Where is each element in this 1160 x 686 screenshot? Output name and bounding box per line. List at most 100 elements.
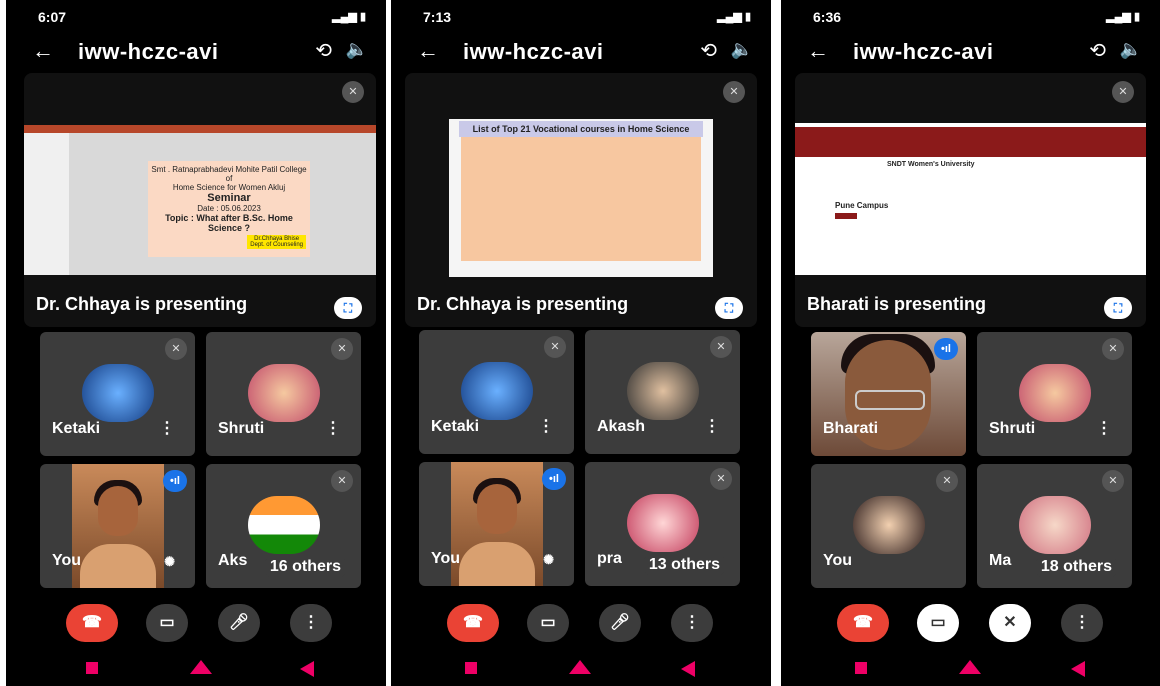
mic-off-icon: ✕ bbox=[1102, 470, 1124, 492]
participant-name: Shruti bbox=[989, 420, 1036, 437]
mic-icon[interactable]: 🎤︎ bbox=[218, 604, 260, 642]
others-count[interactable]: 18 others bbox=[1034, 556, 1118, 578]
status-bar: 6:07 ▂▄▆ ▮ bbox=[6, 6, 386, 28]
participant-tile[interactable]: ✕ Ma 18 others bbox=[977, 464, 1132, 588]
fullscreen-icon[interactable]: ⛶ bbox=[715, 297, 743, 319]
speaker-icon[interactable]: 🔈 bbox=[1120, 39, 1142, 60]
participant-name: pra bbox=[597, 550, 622, 567]
signal-battery-icon: ▂▄▆ ▮ bbox=[332, 11, 366, 23]
site-title: SNDT Women's University bbox=[887, 161, 975, 168]
mic-off-icon: ✕ bbox=[1112, 81, 1134, 103]
participant-tile[interactable]: ✕ Shruti ⋮ bbox=[977, 332, 1132, 456]
flip-camera-icon[interactable]: ⟲ bbox=[1089, 38, 1106, 63]
course-list bbox=[461, 137, 701, 261]
participant-tile[interactable]: ✕ Ketaki ⋮ bbox=[40, 332, 195, 456]
self-tile[interactable]: •ıl You ✺ bbox=[40, 464, 195, 588]
audio-level-icon: •ıl bbox=[934, 338, 958, 360]
flip-camera-icon[interactable]: ⟲ bbox=[315, 38, 332, 63]
participant-tile[interactable]: ✕ Aks 16 others bbox=[206, 464, 361, 588]
meeting-code[interactable]: iww-hczc-avi bbox=[853, 39, 993, 65]
slide-thumbnails bbox=[24, 133, 69, 275]
speaker-icon[interactable]: 🔈 bbox=[346, 39, 368, 60]
back-arrow-icon[interactable]: ← bbox=[417, 38, 439, 64]
status-time: 6:36 bbox=[813, 9, 842, 25]
avatar bbox=[627, 362, 699, 420]
audio-level-icon: •ıl bbox=[163, 470, 187, 492]
back-arrow-icon[interactable]: ← bbox=[807, 38, 829, 64]
slide-title: List of Top 21 Vocational courses in Hom… bbox=[459, 121, 703, 137]
slide-content: Smt . Ratnaprabhadevi Mohite Patil Colle… bbox=[148, 161, 310, 257]
meeting-code[interactable]: iww-hczc-avi bbox=[78, 39, 218, 65]
background-effects-icon[interactable]: ✺ bbox=[543, 552, 554, 568]
speaker-icon[interactable]: 🔈 bbox=[731, 39, 753, 60]
more-icon[interactable]: ⋮ bbox=[538, 416, 554, 436]
more-icon[interactable]: ⋮ bbox=[1061, 604, 1103, 642]
back-arrow-icon[interactable]: ← bbox=[32, 38, 54, 64]
camera-icon[interactable]: ▭ bbox=[146, 604, 188, 642]
shared-slide: Smt . Ratnaprabhadevi Mohite Patil Colle… bbox=[24, 125, 376, 275]
home-icon[interactable] bbox=[569, 660, 591, 674]
app-bar: ← iww-hczc-avi ⟲ 🔈 bbox=[781, 32, 1160, 72]
mic-off-icon: ✕ bbox=[710, 336, 732, 358]
home-icon[interactable] bbox=[190, 660, 212, 674]
slide-topic: Science ? bbox=[207, 223, 251, 233]
more-icon[interactable]: ⋮ bbox=[1096, 418, 1112, 438]
meeting-code[interactable]: iww-hczc-avi bbox=[463, 39, 603, 65]
shared-slide: List of Top 21 Vocational courses in Hom… bbox=[449, 119, 713, 277]
fullscreen-icon[interactable]: ⛶ bbox=[1104, 297, 1132, 319]
mic-icon[interactable]: 🎤︎ bbox=[599, 604, 641, 642]
others-count[interactable]: 16 others bbox=[263, 556, 347, 578]
mic-off-icon: ✕ bbox=[1102, 338, 1124, 360]
recents-icon[interactable] bbox=[86, 662, 98, 674]
others-count[interactable]: 13 others bbox=[642, 554, 726, 576]
mic-off-icon: ✕ bbox=[331, 338, 353, 360]
self-tile[interactable]: •ıl You ✺ bbox=[419, 462, 574, 586]
recents-icon[interactable] bbox=[465, 662, 477, 674]
participant-tile[interactable]: ✕ pra 13 others bbox=[585, 462, 740, 586]
end-call-icon[interactable]: ☎ bbox=[66, 604, 118, 642]
slide-heading: Seminar bbox=[207, 192, 251, 204]
end-call-icon[interactable]: ☎ bbox=[447, 604, 499, 642]
signal-battery-icon: ▂▄▆ ▮ bbox=[717, 11, 751, 23]
mic-off-icon: ✕ bbox=[544, 336, 566, 358]
mic-off-icon[interactable]: ✕ bbox=[989, 604, 1031, 642]
nav-back-icon[interactable] bbox=[300, 661, 314, 677]
presentation-stage: ✕ List of Top 21 Vocational courses in H… bbox=[405, 73, 757, 327]
more-icon[interactable]: ⋮ bbox=[159, 418, 175, 438]
participant-tile[interactable]: •ıl Bharati bbox=[811, 332, 966, 456]
background-effects-icon[interactable]: ✺ bbox=[164, 554, 175, 570]
more-icon[interactable]: ⋮ bbox=[671, 604, 713, 642]
self-tile[interactable]: ✕ You bbox=[811, 464, 966, 588]
avatar bbox=[853, 496, 925, 554]
flip-camera-icon[interactable]: ⟲ bbox=[700, 38, 717, 63]
call-controls: ☎ ▭ ✕ ⋮ bbox=[781, 600, 1160, 644]
call-controls: ☎ ▭ 🎤︎ ⋮ bbox=[6, 600, 386, 644]
site-header bbox=[795, 127, 1146, 157]
avatar bbox=[1019, 496, 1091, 554]
participant-name: Akash bbox=[597, 418, 646, 435]
camera-icon[interactable]: ▭ bbox=[527, 604, 569, 642]
recents-icon[interactable] bbox=[855, 662, 867, 674]
more-icon[interactable]: ⋮ bbox=[325, 418, 341, 438]
participant-name: Aks bbox=[218, 552, 248, 569]
nav-back-icon[interactable] bbox=[1071, 661, 1085, 677]
site-subtitle: Pune Campus bbox=[835, 201, 889, 210]
camera-off-icon[interactable]: ▭ bbox=[917, 604, 959, 642]
nav-back-icon[interactable] bbox=[681, 661, 695, 677]
more-icon[interactable]: ⋮ bbox=[704, 416, 720, 436]
fullscreen-icon[interactable]: ⛶ bbox=[334, 297, 362, 319]
android-nav-bar bbox=[781, 656, 1160, 682]
phone-panel-1: 6:07 ▂▄▆ ▮ ← iww-hczc-avi ⟲ 🔈 ✕ Smt . Ra… bbox=[6, 0, 386, 686]
participant-name: You bbox=[823, 552, 853, 569]
more-icon[interactable]: ⋮ bbox=[290, 604, 332, 642]
participant-tile[interactable]: ✕ Akash ⋮ bbox=[585, 330, 740, 454]
participant-name: Ketaki bbox=[52, 420, 101, 437]
slide-topic: Topic : What after B.Sc. Home bbox=[165, 213, 293, 223]
home-icon[interactable] bbox=[959, 660, 981, 674]
participant-tile[interactable]: ✕ Ketaki ⋮ bbox=[419, 330, 574, 454]
end-call-icon[interactable]: ☎ bbox=[837, 604, 889, 642]
participant-tile[interactable]: ✕ Shruti ⋮ bbox=[206, 332, 361, 456]
participant-name: You bbox=[431, 550, 461, 567]
slide-line: Home Science for Women Akluj bbox=[172, 183, 286, 192]
presentation-stage: ✕ Smt . Ratnaprabhadevi Mohite Patil Col… bbox=[24, 73, 376, 327]
